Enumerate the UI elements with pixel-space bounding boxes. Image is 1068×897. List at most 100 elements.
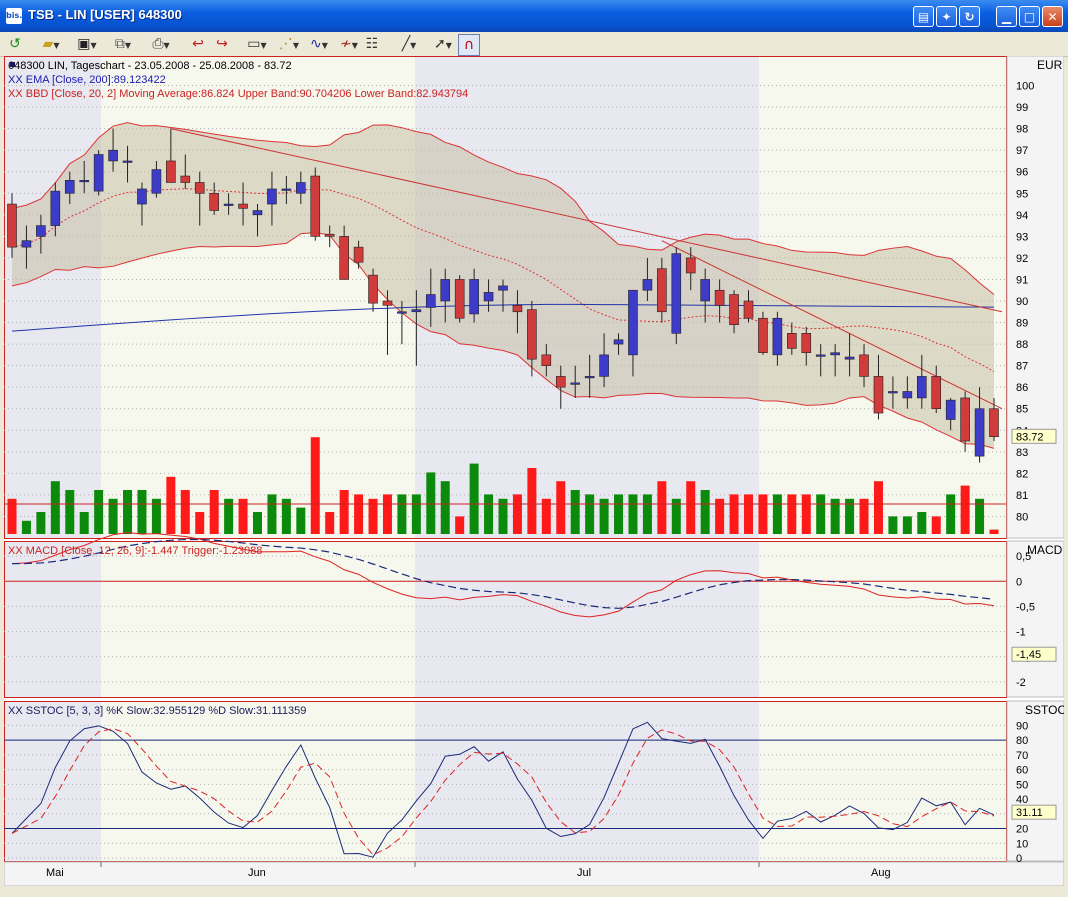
candle: [440, 279, 451, 302]
y-tick-label: -0,5: [1016, 601, 1035, 613]
candle: [281, 188, 292, 191]
volume-bar: [873, 481, 883, 534]
maximize-button[interactable]: □: [1019, 6, 1040, 27]
toolbar: ↺ ▰▼ ▣▼ ⧉▼ ⎙▼ ↩ ↪ ▭▼ ⋰▼ ∿▼ ≁▼ ☷ ╱▼ ➚▼ ∩: [0, 32, 1068, 57]
open-folder-icon[interactable]: ▰▼: [36, 34, 66, 54]
y-tick-label: 88: [1016, 339, 1028, 351]
y-tick-label: 98: [1016, 124, 1028, 136]
volume-bar: [94, 490, 104, 534]
macd-name: MACD: [1027, 543, 1063, 557]
volume-bar: [729, 494, 739, 534]
candle: [238, 203, 248, 209]
title-bar[interactable]: bis. TSB - LIN [USER] 648300 ▤ ✦ ↻ ▁ □ ✕: [0, 0, 1068, 32]
ema-label: XX EMA [Close, 200]:89.123422: [8, 74, 166, 86]
candle: [541, 354, 552, 366]
sstoc-last-label: 31.11: [1016, 807, 1043, 819]
close-button[interactable]: ✕: [1042, 6, 1063, 27]
indicators-icon[interactable]: ⋰▼: [274, 34, 304, 54]
print-icon[interactable]: ⎙▼: [146, 34, 176, 54]
candle: [989, 408, 999, 438]
y-tick-label: 90: [1016, 296, 1028, 308]
y-tick-label: 86: [1016, 382, 1028, 394]
volume-bar: [310, 437, 320, 534]
y-tick-label: 83: [1016, 447, 1028, 459]
save-icon[interactable]: ▣▼: [74, 34, 100, 54]
candle: [916, 376, 927, 399]
volume-bar: [469, 463, 479, 534]
currency-label: EUR: [1037, 58, 1063, 72]
y-tick-label: 80: [1016, 735, 1028, 747]
volume-bar: [195, 512, 205, 534]
candle: [628, 289, 638, 356]
volume-bar: [267, 494, 277, 534]
candle: [888, 391, 898, 394]
volume-bar: [946, 494, 956, 534]
candle: [613, 339, 624, 345]
sstoc-label: XX SSTOC [5, 3, 3] %K Slow:32.955129 %D …: [8, 705, 306, 717]
volume-bar: [253, 512, 262, 534]
macd-last-label: -1,45: [1016, 649, 1041, 661]
volume-bar: [960, 485, 970, 534]
tile-icon[interactable]: ▤: [913, 6, 934, 27]
volume-bar: [628, 494, 638, 534]
volume-bar: [657, 481, 667, 534]
candle: [685, 257, 696, 274]
y-tick-label: 70: [1016, 750, 1028, 762]
volume-bar: [614, 494, 624, 534]
drawing-icon[interactable]: ≁▼: [334, 34, 364, 54]
candle: [729, 294, 739, 325]
month-stripe: [101, 541, 415, 697]
refresh-icon[interactable]: ↺: [6, 34, 24, 54]
month-stripe: [415, 541, 759, 697]
window-title: TSB - LIN [USER] 648300: [28, 7, 182, 22]
candle: [209, 192, 219, 211]
price-title: 648300 LIN, Tageschart - 23.05.2008 - 25…: [8, 60, 292, 72]
y-tick-label: 20: [1016, 824, 1028, 836]
properties-icon[interactable]: ☷: [362, 34, 382, 54]
pointer-icon[interactable]: ➚▼: [430, 34, 456, 54]
line-tool-icon[interactable]: ╱▼: [394, 34, 424, 54]
app-icon[interactable]: bis.: [6, 8, 22, 24]
fx-icon[interactable]: ✦: [936, 6, 957, 27]
x-tick-label: Aug: [871, 867, 891, 879]
y-tick-label: 40: [1016, 794, 1028, 806]
copy-icon[interactable]: ⧉▼: [108, 34, 138, 54]
price-title-marker: [10, 62, 15, 67]
refresh-icon[interactable]: ↻: [959, 6, 980, 27]
volume-bar: [917, 512, 927, 534]
volume-bar: [484, 494, 494, 534]
candle: [296, 182, 306, 194]
volume-bar: [758, 494, 768, 534]
volume-bar: [79, 512, 89, 534]
candle: [570, 382, 581, 385]
volume-bar: [36, 512, 46, 534]
candle: [859, 354, 869, 377]
volume-bar: [700, 490, 710, 534]
chart-type-icon[interactable]: ▭▼: [242, 34, 272, 54]
candle: [743, 300, 754, 319]
candle: [353, 246, 364, 263]
chart-area[interactable]: 8081828384858687888990919293949596979899…: [3, 55, 1066, 887]
y-tick-label: 0: [1016, 853, 1022, 865]
candle: [902, 391, 913, 399]
chart-back-icon[interactable]: ↩: [188, 34, 208, 54]
candle: [180, 175, 191, 183]
y-tick-label: 87: [1016, 361, 1028, 373]
y-tick-label: 90: [1016, 720, 1028, 732]
volume-bar: [325, 512, 335, 534]
candle: [555, 376, 566, 388]
studies-icon[interactable]: ∿▼: [304, 34, 334, 54]
candle: [223, 203, 234, 206]
x-tick-label: Mai: [46, 867, 64, 879]
chart-svg[interactable]: 8081828384858687888990919293949596979899…: [3, 55, 1066, 887]
candle: [498, 285, 508, 291]
minimize-button[interactable]: ▁: [996, 6, 1017, 27]
chart-forward-icon[interactable]: ↪: [212, 34, 232, 54]
magnet-icon[interactable]: ∩: [458, 34, 480, 56]
volume-bar: [354, 494, 364, 534]
y-tick-label: -2: [1016, 677, 1026, 689]
volume-bar: [556, 481, 566, 534]
candle: [7, 203, 17, 248]
candle: [151, 169, 162, 194]
volume-bar: [527, 468, 537, 534]
